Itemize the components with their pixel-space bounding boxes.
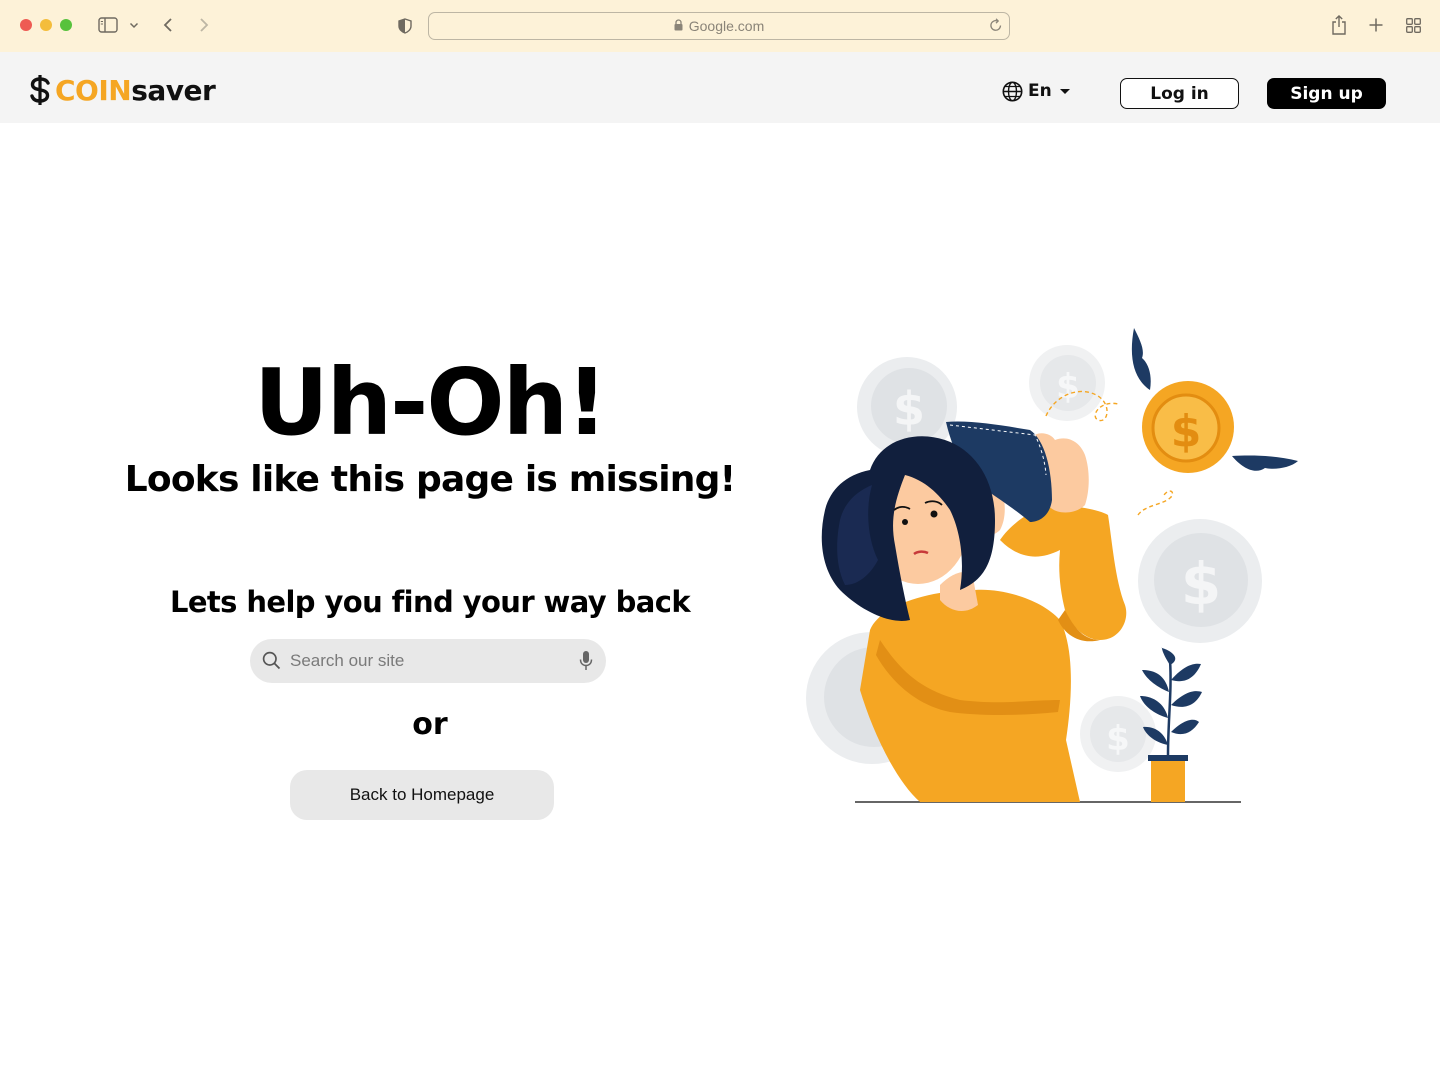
help-text: Lets help you find your way back <box>169 585 691 619</box>
search-icon <box>262 651 281 674</box>
caret-down-icon <box>1059 88 1070 94</box>
chevron-down-icon[interactable] <box>128 20 140 30</box>
background-coin-icon: $ <box>1080 696 1156 772</box>
signup-button[interactable]: Sign up <box>1267 78 1386 109</box>
share-icon[interactable] <box>1330 14 1348 36</box>
svg-text:$: $ <box>1171 406 1202 457</box>
minimize-window-button[interactable] <box>40 19 52 31</box>
svg-text:$: $ <box>1106 719 1130 759</box>
logo-saver-text: saver <box>131 73 216 107</box>
url-text: Google.com <box>688 18 765 34</box>
or-separator: or <box>412 707 448 742</box>
background-coin-icon: $ <box>1138 519 1262 643</box>
svg-text:$: $ <box>893 382 925 436</box>
browser-toolbar: Google.com <box>0 0 1440 52</box>
login-button[interactable]: Log in <box>1120 78 1239 109</box>
svg-text:$: $ <box>1056 367 1080 407</box>
chevron-left-icon[interactable] <box>160 15 176 35</box>
mic-icon[interactable] <box>578 650 594 676</box>
flying-coin-icon: $ <box>1131 328 1298 473</box>
back-to-homepage-button[interactable]: Back to Homepage <box>290 770 554 820</box>
search-bar[interactable] <box>250 639 606 683</box>
error-subtitle: Looks like this page is missing! <box>124 459 736 500</box>
reload-icon[interactable] <box>989 17 1003 36</box>
chevron-right-icon[interactable] <box>196 15 212 35</box>
close-window-button[interactable] <box>20 19 32 31</box>
svg-text:$: $ <box>1181 550 1221 618</box>
globe-icon <box>1002 81 1023 101</box>
search-input[interactable] <box>290 639 570 683</box>
logo-coin-text: COIN <box>55 73 132 107</box>
dollar-logo-icon <box>30 75 50 105</box>
address-bar[interactable]: Google.com <box>428 12 1010 40</box>
language-label: En <box>1028 81 1052 101</box>
language-selector[interactable]: En <box>1002 79 1070 103</box>
logo[interactable]: COIN saver <box>28 72 216 108</box>
sidebar-icon[interactable] <box>98 16 118 34</box>
plus-icon[interactable] <box>1368 17 1384 33</box>
maximize-window-button[interactable] <box>60 19 72 31</box>
lock-icon <box>674 18 683 34</box>
grid-icon[interactable] <box>1405 17 1421 33</box>
empty-wallet-illustration: $ $ $ $ $ <box>806 328 1298 803</box>
background-coin-icon: $ <box>1029 345 1105 421</box>
shield-icon[interactable] <box>397 17 413 35</box>
error-title: Uh-Oh! <box>253 349 608 456</box>
